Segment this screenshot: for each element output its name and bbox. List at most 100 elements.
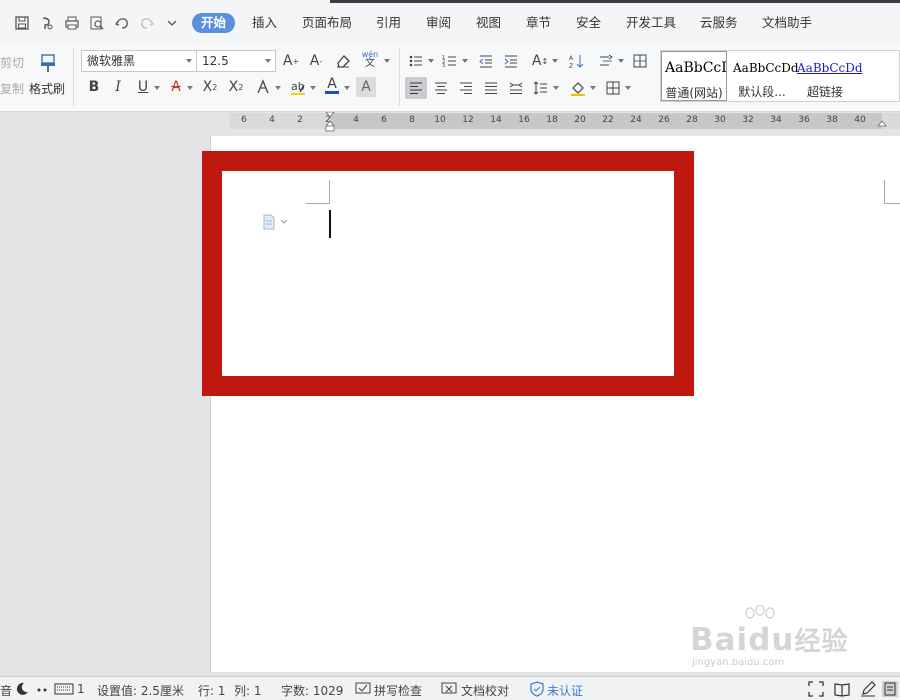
chevron-down-icon[interactable] [384, 59, 390, 63]
chevron-down-icon[interactable] [618, 59, 624, 63]
doc-proof-button[interactable]: 文档校对 [461, 682, 509, 699]
doc-proof-icon[interactable] [441, 681, 457, 697]
fullscreen-icon[interactable] [808, 681, 824, 697]
tab-home[interactable]: 开始 [192, 13, 236, 33]
print-icon[interactable] [63, 14, 81, 32]
tab-references[interactable]: 引用 [376, 13, 401, 33]
spellcheck-icon[interactable] [355, 681, 371, 697]
reading-layout-icon[interactable] [834, 681, 850, 697]
chevron-down-icon[interactable] [462, 59, 468, 63]
tab-doc-assistant[interactable]: 文档助手 [762, 13, 812, 33]
align-left-icon[interactable] [405, 77, 427, 99]
chevron-down-icon[interactable] [275, 86, 281, 90]
watermark-brand: Baidu经验 [690, 621, 848, 658]
distribute-icon[interactable] [506, 78, 526, 98]
change-case-icon[interactable]: A ↕ [530, 51, 550, 71]
tab-review[interactable]: 审阅 [426, 13, 451, 33]
tab-chapter[interactable]: 章节 [526, 13, 551, 33]
format-painter-icon[interactable] [37, 52, 59, 74]
chevron-down-icon[interactable] [310, 86, 316, 90]
ruler-tick-label: 28 [686, 115, 698, 125]
tab-page-layout[interactable]: 页面布局 [302, 13, 352, 33]
font-family-select[interactable]: 微软雅黑 [81, 50, 197, 72]
style-default-paragraph[interactable]: AaBbCcDd 默认段... [729, 51, 799, 101]
superscript-icon[interactable]: X2 [200, 77, 220, 97]
font-size-select[interactable]: 12.5 [196, 50, 276, 72]
chevron-down-icon[interactable] [428, 59, 434, 63]
right-indent-marker-icon[interactable] [877, 112, 887, 132]
italic-icon[interactable]: I [108, 77, 128, 97]
print-preview-icon[interactable] [88, 14, 106, 32]
decrease-indent-icon[interactable] [476, 51, 496, 71]
keyboard-icon[interactable] [54, 681, 74, 697]
undo-icon[interactable] [113, 14, 131, 32]
svg-text:Z: Z [569, 63, 573, 69]
strikethrough-icon[interactable]: A [166, 77, 186, 97]
tab-view[interactable]: 视图 [476, 13, 501, 33]
tab-cloud-service[interactable]: 云服务 [700, 13, 738, 33]
chevron-down-icon[interactable] [154, 86, 160, 90]
text-effect-icon[interactable] [253, 77, 273, 97]
show-hide-icon[interactable] [630, 51, 650, 71]
style-normal-web[interactable]: AaBbCcI 普通(网站) [661, 51, 727, 101]
grow-font-icon[interactable]: A + [281, 51, 301, 71]
customize-quick-access-icon[interactable] [163, 14, 181, 32]
underline-icon[interactable]: U [133, 77, 153, 97]
phonetic-guide-icon[interactable]: wén 文 [360, 49, 380, 69]
cut-button[interactable]: 剪切 [0, 54, 24, 71]
format-painter-button[interactable]: 格式刷 [29, 80, 65, 97]
page-number: 1 [77, 682, 85, 696]
sort-icon[interactable]: AZ [566, 51, 586, 71]
tab-insert[interactable]: 插入 [252, 13, 277, 33]
ruler-tick-label: 20 [574, 115, 586, 125]
highlight-color-icon[interactable]: ab [288, 77, 308, 97]
style-hyperlink[interactable]: AaBbCcDd 超链接 [795, 51, 899, 101]
bold-icon[interactable]: B [84, 77, 104, 97]
increase-indent-icon[interactable] [501, 51, 521, 71]
chevron-down-icon[interactable] [187, 86, 193, 90]
ruler-tick-label: 6 [381, 115, 387, 125]
horizontal-ruler[interactable]: 6 4 2 2 4 6 8 10 12 14 16 18 20 22 24 26 28 30 32 34 36 38 40 [0, 112, 900, 132]
chevron-down-icon[interactable] [590, 86, 596, 90]
chevron-down-icon[interactable] [552, 59, 558, 63]
spellcheck-button[interactable]: 拼写检查 [374, 682, 422, 699]
numbered-list-icon[interactable]: 123 [440, 51, 460, 71]
ruler-tick-label: 26 [658, 115, 670, 125]
chevron-down-icon[interactable] [625, 86, 631, 90]
subscript-icon[interactable]: X2 [226, 77, 246, 97]
copy-button[interactable]: 复制 [0, 80, 24, 97]
char-shading-icon[interactable]: A [356, 77, 376, 97]
borders-icon[interactable] [603, 78, 623, 98]
svg-text:3: 3 [442, 63, 445, 69]
tab-security[interactable]: 安全 [576, 13, 601, 33]
word-count[interactable]: 字数: 1029 [281, 682, 343, 699]
ruler-tick-label: 4 [269, 115, 275, 125]
night-mode-icon[interactable] [14, 681, 30, 697]
shading-icon[interactable] [568, 78, 588, 98]
align-right-icon[interactable] [456, 78, 476, 98]
chevron-down-icon[interactable] [344, 86, 350, 90]
reading-mode-icon[interactable] [34, 681, 50, 697]
page-view-icon[interactable] [882, 681, 898, 697]
ruler-tick-label: 6 [241, 115, 247, 125]
style-sample: AaBbCcDd [797, 61, 863, 75]
export-pdf-icon[interactable] [38, 14, 56, 32]
align-center-icon[interactable] [431, 78, 451, 98]
menu-bar: 开始 插入 页面布局 引用 审阅 视图 章节 安全 开发工具 云服务 文档助手 [0, 0, 900, 44]
clear-format-icon[interactable] [333, 51, 353, 71]
bullet-list-icon[interactable] [406, 51, 426, 71]
auth-status[interactable]: 未认证 [547, 682, 583, 699]
justify-icon[interactable] [481, 78, 501, 98]
line-spacing-icon[interactable] [596, 51, 616, 71]
font-color-icon[interactable]: A [322, 76, 342, 96]
ruler-tick-label: 30 [714, 115, 726, 125]
paragraph-spacing-icon[interactable] [531, 78, 551, 98]
save-icon[interactable] [13, 14, 31, 32]
tab-developer[interactable]: 开发工具 [626, 13, 676, 33]
indent-marker-icon[interactable] [325, 112, 335, 132]
watermark-brand-cn: 经验 [794, 627, 849, 657]
write-mode-icon[interactable] [860, 681, 876, 697]
chevron-down-icon[interactable] [553, 86, 559, 90]
shrink-font-icon[interactable]: A- [306, 51, 326, 71]
redo-icon[interactable] [138, 14, 156, 32]
